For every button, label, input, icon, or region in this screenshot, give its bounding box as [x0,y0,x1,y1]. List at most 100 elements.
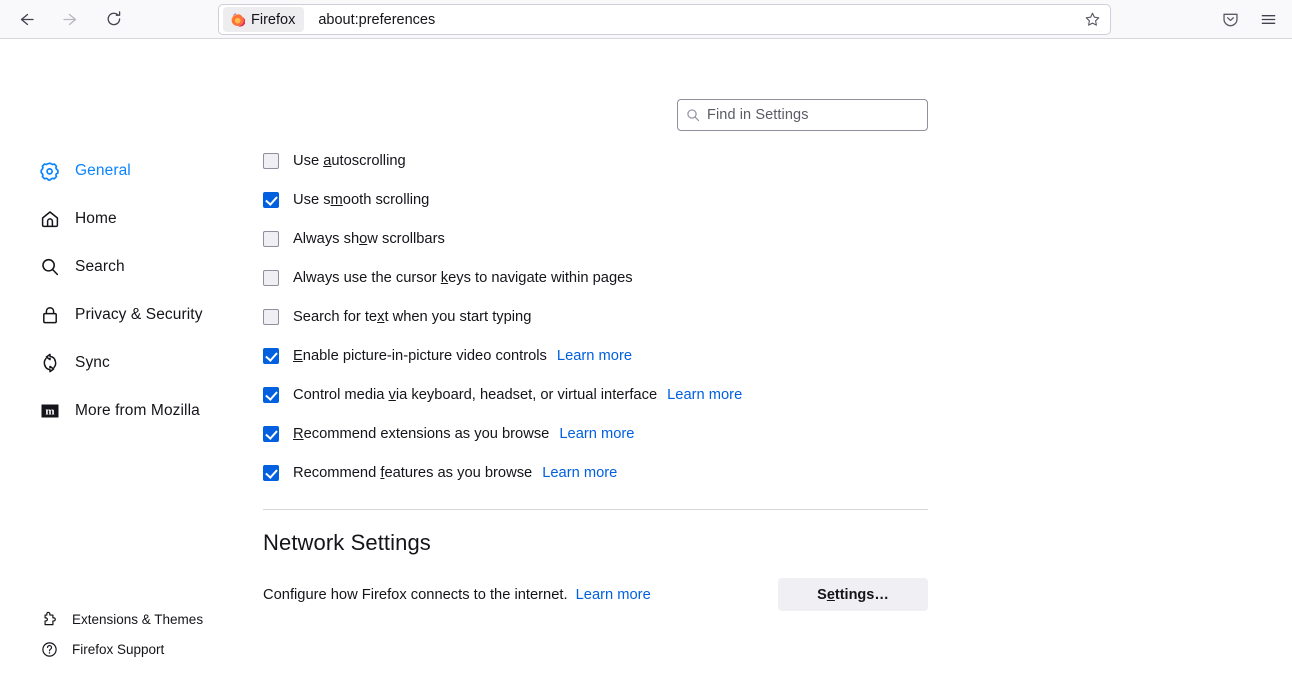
learn-more-link[interactable]: Learn more [557,348,632,364]
settings-main-content: Use autoscrolling Use smooth scrolling Alw… [263,151,928,611]
network-settings-row: Configure how Firefox connects to the in… [263,578,928,611]
checkbox-row[interactable]: Recommend features as you browse Learn mo… [263,463,928,483]
checkbox-label-post: eatures as you browse [384,465,532,481]
firefox-chip-label: Firefox [251,12,295,28]
checkbox-row[interactable]: Always show scrollbars [263,229,928,249]
sync-icon [40,353,60,373]
network-settings-button[interactable]: Settings… [778,578,928,611]
checkbox-row[interactable]: Enable picture-in-picture video controls… [263,346,928,366]
checkbox-label: Always use the cursor keys to navigate w… [293,270,633,286]
network-settings-button-post: ttings… [835,587,889,603]
checkbox-row[interactable]: Search for text when you start typing [263,307,928,327]
learn-more-link[interactable]: Learn more [667,387,742,403]
app-menu-button[interactable] [1252,4,1284,36]
network-description-text: Configure how Firefox connects to the in… [263,587,568,603]
gear-icon [40,161,60,181]
puzzle-icon [40,610,58,628]
sidebar-item-search[interactable]: Search [0,247,250,287]
checkbox-label-post: ia keyboard, headset, or virtual interfa… [396,387,657,403]
sidebar-item-more-from-mozilla[interactable]: m More from Mozilla [0,391,250,431]
section-divider [263,509,928,510]
pocket-button[interactable] [1214,4,1246,36]
learn-more-link[interactable]: Learn more [576,587,651,603]
forward-button[interactable] [54,3,86,35]
checkbox-row[interactable]: Use smooth scrolling [263,190,928,210]
checkbox-label: Recommend extensions as you browse [293,426,549,442]
checkbox-label-post: eys to navigate within pages [448,270,633,286]
checkbox-accesskey: E [293,348,303,364]
mozilla-icon: m [40,401,60,421]
checkbox-label: Search for text when you start typing [293,309,531,325]
reload-button[interactable] [98,3,130,35]
checkbox-label-pre: Always sh [293,231,359,247]
preferences-page: Find in Settings General Home [0,39,1292,696]
checkbox-label-post: ooth scrolling [343,192,430,208]
checkbox-label-pre: Use s [293,192,331,208]
browsing-checkbox-list: Use autoscrolling Use smooth scrolling Alw… [263,151,928,483]
sidebar-item-privacy-security[interactable]: Privacy & Security [0,295,250,335]
network-settings-button-pre: S [817,587,827,603]
learn-more-link[interactable]: Learn more [542,465,617,481]
network-description: Configure how Firefox connects to the in… [263,587,651,603]
checkbox-label: Enable picture-in-picture video controls [293,348,547,364]
firefox-logo-icon [230,12,245,27]
firefox-support-link[interactable]: Firefox Support [0,634,250,664]
checkbox-accesskey: v [389,387,396,403]
help-icon [40,640,58,658]
checkbox-unchecked[interactable] [263,270,279,286]
checkbox-checked[interactable] [263,192,279,208]
sidebar-item-general[interactable]: General [0,151,250,191]
sidebar-item-label: Home [75,210,117,228]
sidebar-item-label: More from Mozilla [75,402,200,420]
checkbox-label-post: w scrollbars [367,231,445,247]
checkbox-accesskey: m [331,192,343,208]
bookmark-star-button[interactable] [1078,11,1106,28]
forward-arrow-icon [62,11,79,28]
url-text[interactable]: about:preferences [304,12,1078,28]
sidebar-footer-links: Extensions & Themes Firefox Support [0,604,250,664]
checkbox-label-pre: Search for te [293,309,377,325]
checkbox-label: Recommend features as you browse [293,465,532,481]
sidebar-item-label: Sync [75,354,110,372]
checkbox-row[interactable]: Recommend extensions as you browse Learn … [263,424,928,444]
checkbox-checked[interactable] [263,426,279,442]
sidebar-item-home[interactable]: Home [0,199,250,239]
back-button[interactable] [10,3,42,35]
page-title: Network Settings [263,530,928,556]
footer-link-label: Firefox Support [72,642,164,657]
checkbox-label: Use autoscrolling [293,153,406,169]
checkbox-label: Always show scrollbars [293,231,445,247]
toolbar-right-group [1214,0,1284,39]
checkbox-checked[interactable] [263,348,279,364]
search-placeholder: Find in Settings [707,107,809,123]
search-input[interactable]: Find in Settings [677,99,928,131]
sidebar-item-sync[interactable]: Sync [0,343,250,383]
checkbox-label-pre: Control media [293,387,389,403]
checkbox-accesskey: k [441,270,448,286]
checkbox-label-pre: Use [293,153,323,169]
checkbox-unchecked[interactable] [263,153,279,169]
checkbox-checked[interactable] [263,387,279,403]
star-icon [1084,11,1101,28]
extensions-and-themes-link[interactable]: Extensions & Themes [0,604,250,634]
url-bar[interactable]: Firefox about:preferences [218,4,1111,35]
checkbox-label-pre: Recommend [293,465,380,481]
checkbox-unchecked[interactable] [263,309,279,325]
checkbox-label-post: t when you start typing [384,309,531,325]
sidebar-item-label: General [75,162,131,180]
checkbox-unchecked[interactable] [263,231,279,247]
checkbox-row[interactable]: Control media via keyboard, headset, or … [263,385,928,405]
checkbox-label-post: ecommend extensions as you browse [304,426,550,442]
reload-icon [105,10,123,28]
firefox-identity-chip[interactable]: Firefox [223,7,304,32]
lock-icon [40,305,60,325]
checkbox-row[interactable]: Always use the cursor keys to navigate w… [263,268,928,288]
checkbox-label: Use smooth scrolling [293,192,429,208]
checkbox-label-pre: Always use the cursor [293,270,441,286]
pocket-icon [1221,10,1240,29]
learn-more-link[interactable]: Learn more [559,426,634,442]
checkbox-row[interactable]: Use autoscrolling [263,151,928,171]
checkbox-checked[interactable] [263,465,279,481]
checkbox-accesskey: R [293,426,304,442]
checkbox-label: Control media via keyboard, headset, or … [293,387,657,403]
